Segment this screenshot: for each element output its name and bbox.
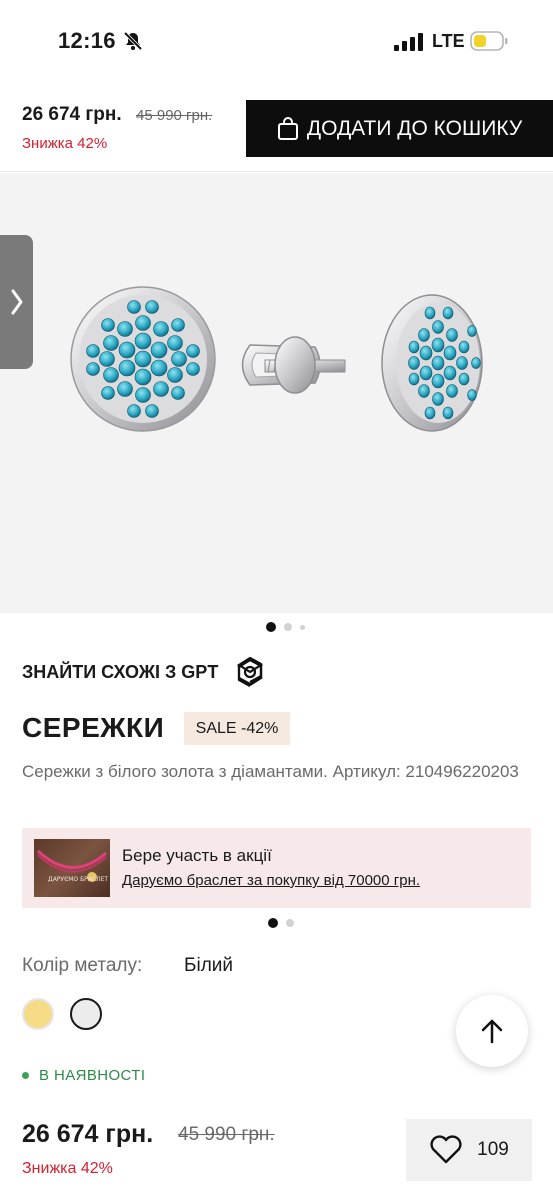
metal-swatch-white[interactable] xyxy=(70,998,102,1030)
promo-title: Бере участь в акції xyxy=(122,846,272,865)
metal-color-label: Колір металу: xyxy=(22,955,143,976)
status-time: 12:16 xyxy=(58,28,116,53)
bell-muted-icon xyxy=(122,30,144,52)
metal-color-row: Колір металу: Білий xyxy=(22,955,233,977)
promo-link[interactable]: Даруємо браслет за покупку від 70000 грн… xyxy=(122,872,420,889)
signal-icon xyxy=(394,33,424,51)
current-price: 26 674 грн. xyxy=(22,104,122,125)
battery-icon xyxy=(470,31,508,51)
promo-banner[interactable]: ДАРУЄМО БРАСЛЕТ Бере участь в акції Дару… xyxy=(22,828,531,908)
gallery-side-tab[interactable] xyxy=(0,235,33,369)
sale-badge: SALE -42% xyxy=(184,712,290,745)
chevron-right-icon xyxy=(11,289,22,315)
promo-dot[interactable] xyxy=(268,918,278,928)
stock-status: В НАЯВНОСТІ xyxy=(22,1067,145,1084)
promo-image: ДАРУЄМО БРАСЛЕТ xyxy=(34,839,110,897)
wishlist-button[interactable]: 109 xyxy=(406,1119,532,1181)
product-gallery[interactable] xyxy=(0,173,553,613)
gallery-dot[interactable] xyxy=(266,622,276,632)
product-title: СЕРЕЖКИ xyxy=(22,712,165,743)
product-image xyxy=(70,286,483,432)
stock-dot-icon xyxy=(22,1072,29,1079)
scroll-to-top-button[interactable] xyxy=(456,995,528,1067)
promo-image-text: ДАРУЄМО БРАСЛЕТ xyxy=(48,876,108,883)
promo-dot[interactable] xyxy=(286,919,294,927)
bottom-current-price: 26 674 грн. xyxy=(22,1120,154,1148)
old-price: 45 990 грн. xyxy=(136,107,213,124)
gpt-label: ЗНАЙТИ СХОЖІ З GPT xyxy=(22,661,219,682)
bottom-discount-label: Знижка 42% xyxy=(22,1160,113,1177)
promo-pagination[interactable] xyxy=(268,918,294,928)
arrow-up-icon xyxy=(481,1019,503,1044)
discount-label: Знижка 42% xyxy=(22,135,108,152)
bottom-old-price: 45 990 грн. xyxy=(178,1124,275,1145)
sticky-purchase-bar: 26 674 грн. 45 990 грн. Знижка 42% ДОДАТ… xyxy=(0,84,553,172)
wishlist-count: 109 xyxy=(477,1139,509,1160)
status-bar: 12:16 LTE xyxy=(0,0,553,84)
gallery-dot[interactable] xyxy=(284,623,292,631)
add-to-cart-button[interactable]: ДОДАТИ ДО КОШИКУ xyxy=(246,100,553,157)
gallery-dot[interactable] xyxy=(300,624,305,630)
network-type: LTE xyxy=(432,31,465,51)
metal-color-value: Білий xyxy=(184,955,234,976)
stock-label: В НАЯВНОСТІ xyxy=(39,1067,146,1084)
openai-logo-icon xyxy=(237,656,264,687)
gallery-pagination[interactable] xyxy=(266,622,305,632)
heart-icon xyxy=(430,1135,462,1164)
find-similar-gpt-link[interactable]: ЗНАЙТИ СХОЖІ З GPT xyxy=(22,654,268,690)
metal-swatch-yellow[interactable] xyxy=(22,998,54,1030)
add-to-cart-label: ДОДАТИ ДО КОШИКУ xyxy=(306,116,523,140)
shopping-bag-icon xyxy=(277,116,298,140)
product-description: Сережки з білого золота з діамантами. Ар… xyxy=(22,762,519,781)
